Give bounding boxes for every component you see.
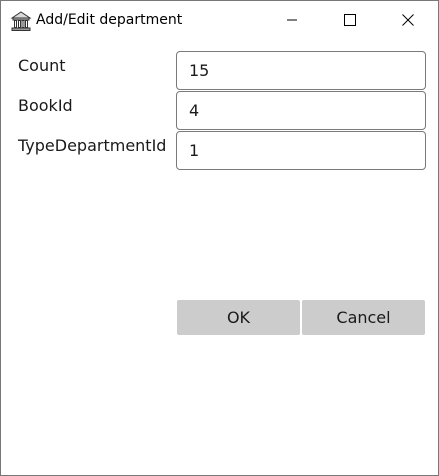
minimize-button[interactable]	[269, 1, 315, 39]
cancel-button[interactable]: Cancel	[302, 300, 425, 335]
close-icon	[402, 11, 414, 30]
count-label: Count	[18, 56, 66, 75]
window-title: Add/Edit department	[36, 12, 183, 28]
count-input[interactable]	[176, 51, 426, 90]
typedepartmentid-label: TypeDepartmentId	[18, 136, 167, 155]
close-button[interactable]	[385, 1, 431, 39]
bookid-label: BookId	[18, 96, 73, 115]
typedepartmentid-input[interactable]	[176, 131, 426, 170]
title-bar[interactable]: Add/Edit department	[1, 1, 438, 39]
maximize-icon	[344, 11, 356, 30]
minimize-icon	[286, 11, 298, 30]
dialog-window: Add/Edit department Count BookId TypeDep…	[0, 0, 439, 476]
ok-button[interactable]: OK	[177, 300, 300, 335]
bookid-input[interactable]	[176, 91, 426, 130]
bank-building-icon	[10, 10, 32, 32]
maximize-button[interactable]	[327, 1, 373, 39]
